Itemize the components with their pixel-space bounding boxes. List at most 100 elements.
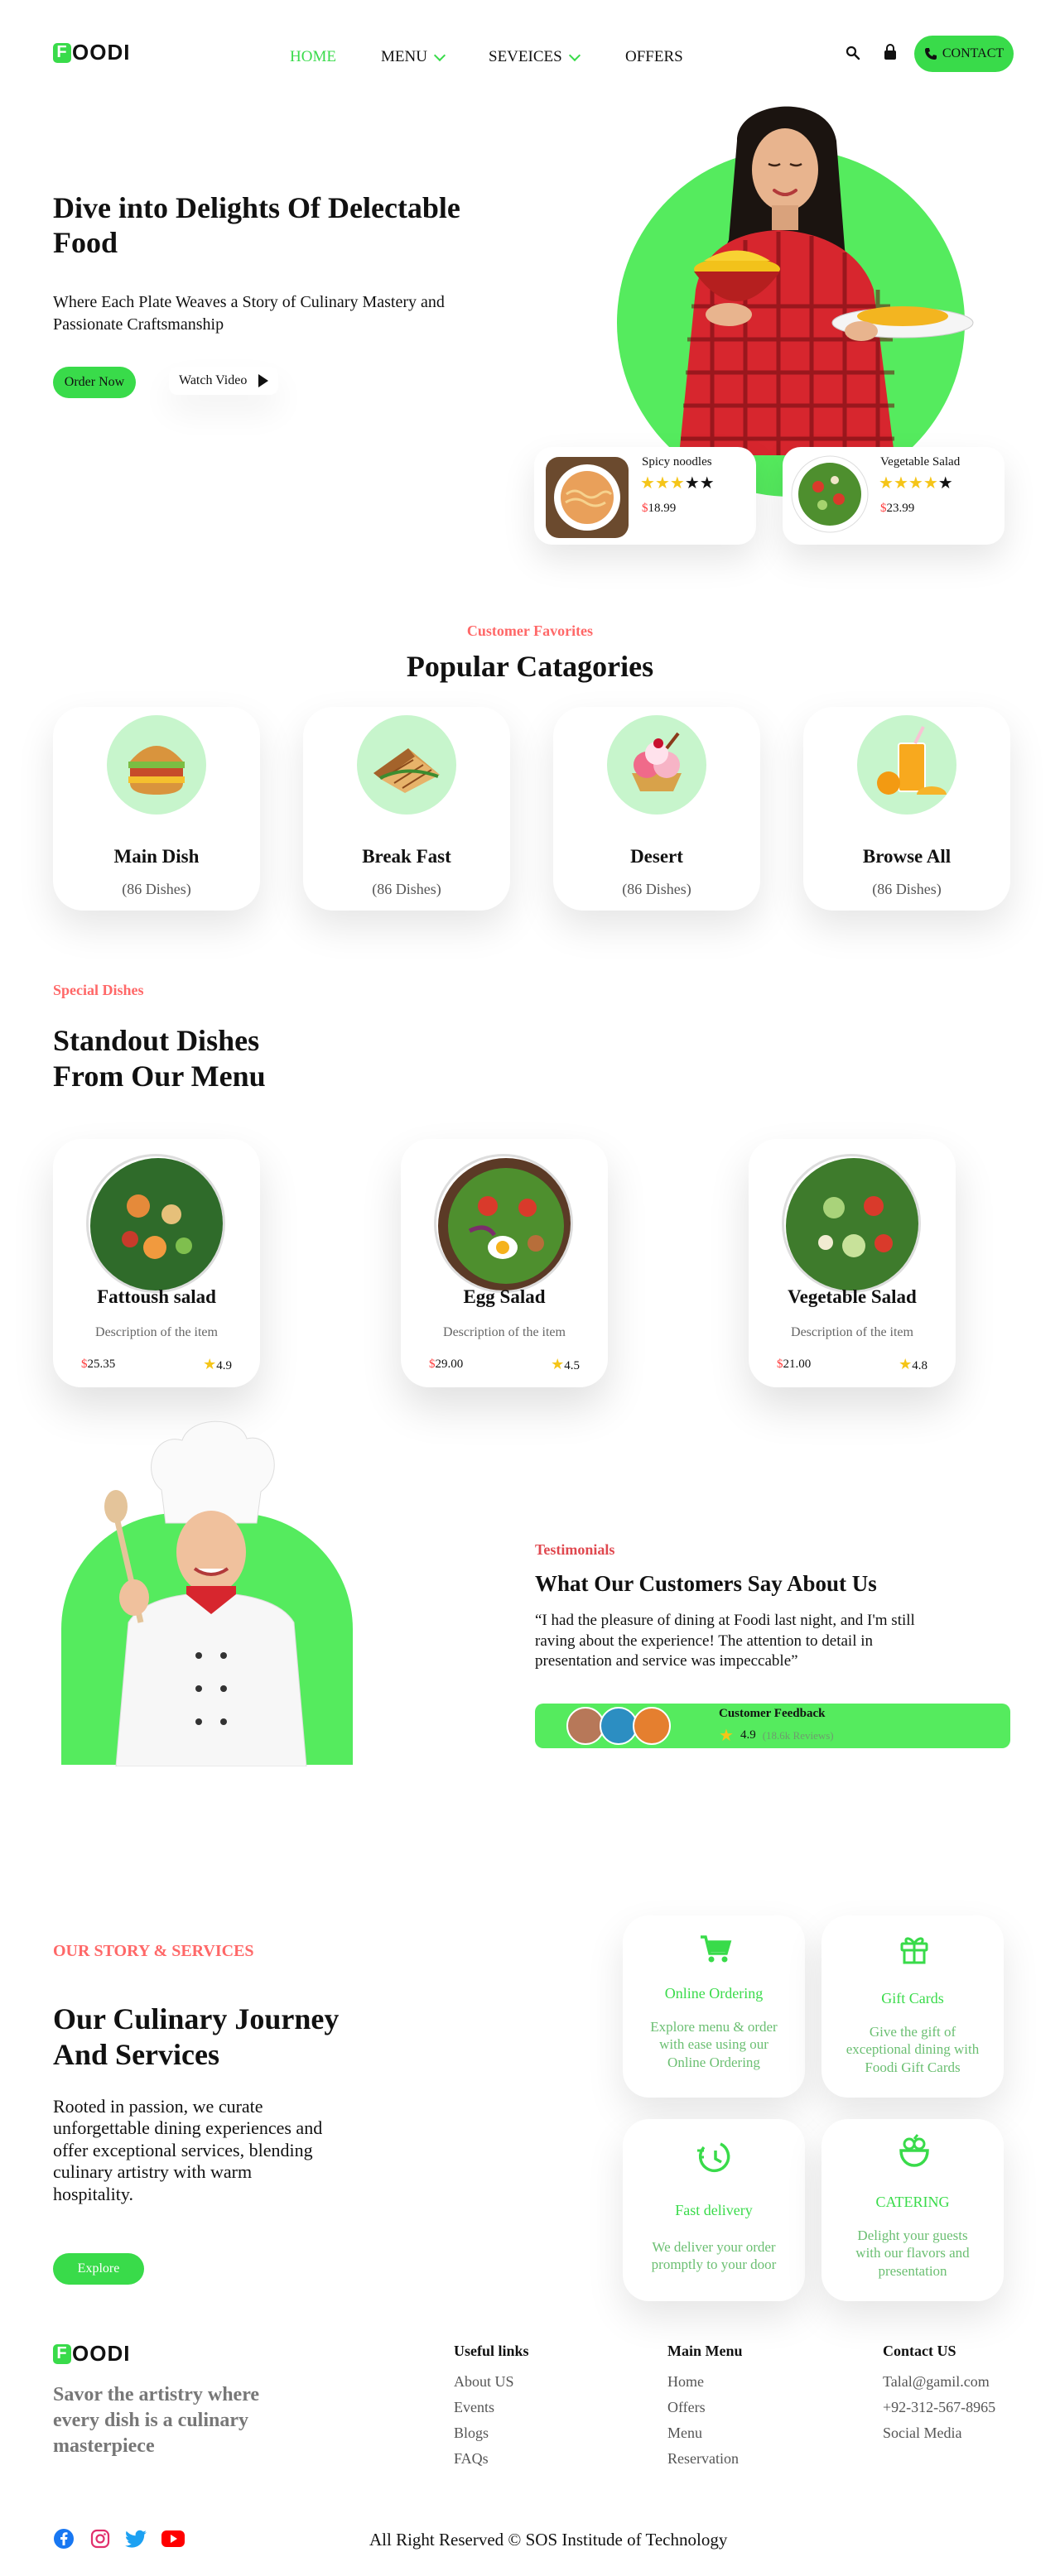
fattoush-image [86, 1154, 225, 1293]
category-break-fast[interactable]: Break Fast (86 Dishes) [303, 707, 510, 911]
specials-heading: Standout Dishes From Our Menu [53, 1024, 266, 1093]
nav-home[interactable]: HOME [290, 48, 336, 66]
dessert-image [607, 715, 706, 815]
service-title: Fast delivery [675, 2202, 753, 2218]
explore-button[interactable]: Explore [53, 2253, 144, 2285]
egg-salad-image [434, 1154, 573, 1293]
footer-contact: Contact US Talal@gamil.com +92-312-567-8… [883, 2343, 995, 2442]
twitter-icon[interactable] [124, 2530, 147, 2550]
footer-link[interactable]: Talal@gamil.com [883, 2373, 995, 2391]
dish-rating: ★4.9 [203, 1356, 232, 1372]
logo-text: OODI [72, 40, 131, 65]
youtube-icon[interactable] [161, 2530, 186, 2548]
dish-description: Description of the item [791, 1325, 913, 1339]
dish-price: $21.00 [777, 1358, 812, 1371]
hero-card-vegetable-salad[interactable]: Vegetable Salad ★★★★★ $23.99 [783, 447, 1005, 545]
nav-services-label: SEVEICES [489, 48, 562, 65]
categories-eyebrow: Customer Favorites [466, 622, 594, 639]
contact-label: CONTACT [942, 46, 1005, 60]
footer-link[interactable]: About US [454, 2373, 529, 2391]
card-name: Spicy noodles [642, 455, 712, 469]
feedback-rating: ★ 4.9 (18.6k Reviews) [719, 1727, 834, 1745]
footer-link[interactable]: Reservation [667, 2450, 743, 2468]
services-body: Rooted in passion, we curate unforgettab… [53, 2096, 323, 2204]
footer-link[interactable]: Home [667, 2373, 743, 2391]
service-online-ordering[interactable]: Online Ordering Explore menu & order with… [623, 1915, 805, 2098]
logo-letter: F [53, 42, 71, 63]
dish-rating: ★4.8 [899, 1356, 928, 1372]
hero-subtitle: Where Each Plate Weaves a Story of Culin… [53, 293, 445, 334]
customer-feedback-bar[interactable]: Customer Feedback ★ 4.9 (18.6k Reviews) [535, 1704, 1010, 1748]
services-heading: Our Culinary Journey And Services [53, 2002, 340, 2072]
dish-title: Vegetable Salad [788, 1286, 917, 1307]
search-icon[interactable] [845, 45, 861, 61]
burger-image [107, 715, 206, 815]
logo-text: OODI [72, 2341, 131, 2366]
avatar [633, 1707, 671, 1745]
testimonial-quote: “I had the pleasure of dining at Foodi l… [535, 1612, 915, 1670]
service-gift-cards[interactable]: Gift Cards Give the gift of exceptional d… [822, 1915, 1004, 2098]
service-title: Online Ordering [664, 1985, 764, 2002]
dish-title: Egg Salad [463, 1286, 546, 1307]
dish-card[interactable]: Egg Salad Description of the item $29.00… [401, 1139, 608, 1387]
star-icon: ★ [203, 1356, 217, 1372]
footer-tagline: Savor the artistry where every dish is a… [53, 2384, 260, 2458]
footer-heading: Useful links [454, 2343, 529, 2359]
logo[interactable]: F OODI [53, 40, 130, 65]
footer-link[interactable]: FAQs [454, 2450, 529, 2468]
copyright: All Right Reserved © SOS Institude of Te… [369, 2530, 728, 2550]
star-icon: ★ [551, 1356, 565, 1372]
footer-logo[interactable]: F OODI [53, 2341, 130, 2367]
nav-menu[interactable]: MENU [381, 48, 446, 66]
hero-title: Dive into Delights Of Delectable Food [53, 191, 460, 260]
contact-button[interactable]: CONTACT [914, 36, 1014, 72]
card-price: $18.99 [642, 502, 677, 515]
category-count: (86 Dishes) [872, 881, 942, 897]
clock-delivery-icon [697, 2142, 730, 2173]
category-browse-all[interactable]: Browse All (86 Dishes) [803, 707, 1010, 911]
nav-offers[interactable]: OFFERS [625, 48, 683, 66]
footer-link[interactable]: Events [454, 2399, 529, 2416]
nav-home-label: HOME [290, 48, 336, 65]
card-name: Vegetable Salad [880, 455, 961, 469]
footer-link[interactable]: Menu [667, 2425, 743, 2442]
footer-link[interactable]: +92-312-567-8965 [883, 2399, 995, 2416]
logo-letter: F [53, 2343, 71, 2364]
watch-video-label: Watch Video [179, 373, 248, 387]
instagram-icon[interactable] [89, 2528, 111, 2550]
service-description: Give the gift of exceptional dining with F… [846, 2024, 980, 2075]
chevron-down-icon [433, 49, 446, 61]
hero-woman-image [679, 106, 974, 455]
category-desert[interactable]: Desert (86 Dishes) [553, 707, 760, 911]
chef-image [104, 1420, 307, 1766]
testimonials-heading: What Our Customers Say About Us [535, 1571, 877, 1596]
hero-card-spicy-noodles[interactable]: Spicy noodles ★★★★★ $18.99 [534, 447, 756, 545]
juice-image [857, 715, 956, 815]
service-fast-delivery[interactable]: Fast delivery We deliver your order promp… [623, 2119, 805, 2301]
dish-card[interactable]: Fattoush salad Description of the item $… [53, 1139, 260, 1387]
watch-video-button[interactable]: Watch Video [169, 367, 278, 395]
nav-services[interactable]: SEVEICES [489, 48, 581, 66]
footer-link[interactable]: Offers [667, 2399, 743, 2416]
categories-heading: Popular Catagories [406, 650, 654, 683]
star-icon: ★ [719, 1727, 734, 1745]
footer-link[interactable]: Blogs [454, 2425, 529, 2442]
order-now-button[interactable]: Order Now [53, 367, 136, 398]
rating-stars: ★★★★★ [879, 474, 953, 493]
dish-card[interactable]: Vegetable Salad Description of the item … [749, 1139, 956, 1387]
service-catering[interactable]: CATERING Delight your guests with our fla… [822, 2119, 1004, 2301]
dish-description: Description of the item [95, 1325, 218, 1339]
category-main-dish[interactable]: Main Dish (86 Dishes) [53, 707, 260, 911]
gift-icon [900, 1937, 928, 1964]
facebook-icon[interactable] [53, 2528, 75, 2550]
footer-link[interactable]: Social Media [883, 2425, 995, 2442]
specials-eyebrow: Special Dishes [53, 982, 144, 998]
footer-useful-links: Useful links About US Events Blogs FAQs [454, 2343, 529, 2468]
noodles-image [546, 457, 629, 538]
service-description: Delight your guests with our flavors and p… [855, 2228, 970, 2279]
category-count: (86 Dishes) [122, 881, 191, 897]
card-price: $23.99 [880, 502, 915, 515]
testimonials-eyebrow: Testimonials [535, 1541, 615, 1558]
cart-lock-icon[interactable] [883, 43, 898, 61]
dish-rating: ★4.5 [551, 1356, 580, 1372]
